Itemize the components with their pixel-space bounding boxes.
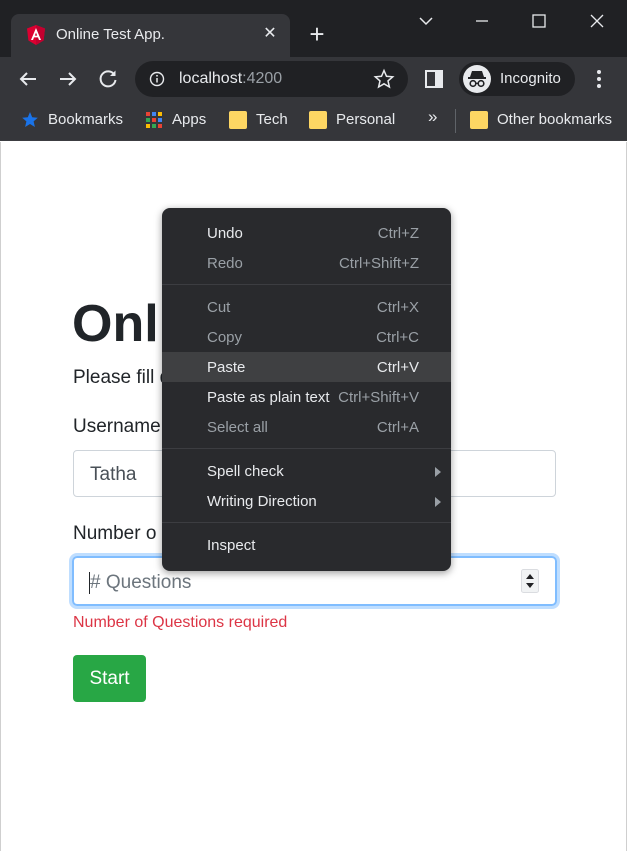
bookmark-label: Bookmarks: [48, 111, 124, 128]
menu-item-label: Undo: [207, 225, 243, 242]
incognito-profile-button[interactable]: Incognito: [459, 62, 575, 96]
menu-item-shortcut: Ctrl+C: [376, 329, 419, 346]
menu-item-label: Cut: [207, 299, 231, 316]
menu-item-label: Copy: [207, 329, 243, 346]
bookmark-label: Personal: [336, 111, 396, 128]
side-panel-icon[interactable]: [424, 69, 444, 89]
menu-item-label: Paste: [207, 359, 246, 376]
reload-icon[interactable]: [94, 65, 122, 93]
url-port: :4200: [242, 70, 283, 87]
submenu-arrow-icon: [435, 467, 441, 477]
tab-title: Online Test App.: [56, 26, 165, 43]
menu-item-spell-check[interactable]: Spell check: [162, 456, 451, 486]
menu-item-undo[interactable]: Undo Ctrl+Z: [162, 218, 451, 248]
url-text[interactable]: localhost:4200: [179, 70, 282, 88]
menu-item-writing-direction[interactable]: Writing Direction: [162, 486, 451, 516]
username-value: Tatha: [90, 464, 137, 485]
menu-item-label: Inspect: [207, 537, 256, 554]
menu-item-label: Spell check: [207, 463, 284, 480]
active-tab[interactable]: Online Test App. ✕: [11, 14, 290, 57]
menu-item-shortcut: Ctrl+A: [376, 419, 419, 436]
text-caret: [89, 572, 90, 594]
menu-item-inspect[interactable]: Inspect: [162, 530, 451, 560]
address-bar[interactable]: localhost:4200: [135, 61, 408, 97]
menu-item-redo[interactable]: Redo Ctrl+Shift+Z: [162, 248, 451, 278]
menu-item-copy[interactable]: Copy Ctrl+C: [162, 322, 451, 352]
menu-item-label: Writing Direction: [207, 493, 317, 510]
bookmark-label: Apps: [172, 111, 207, 128]
menu-item-shortcut: Ctrl+Shift+V: [338, 389, 419, 406]
incognito-label: Incognito: [500, 70, 561, 87]
back-arrow-icon[interactable]: [14, 65, 42, 93]
site-info-icon[interactable]: [149, 71, 165, 87]
menu-item-label: Select all: [207, 419, 268, 436]
bookmarks-separator: [455, 109, 456, 133]
bookmarks-bar: Bookmarks Apps Tech Personal » Other boo…: [0, 101, 627, 141]
bookmark-label: Other bookmarks: [497, 111, 613, 128]
more-bookmarks-chevron-icon[interactable]: »: [428, 107, 437, 127]
page-title: Onli: [72, 295, 174, 353]
start-button[interactable]: Start: [73, 655, 146, 702]
incognito-icon: [463, 65, 491, 93]
maximize-icon[interactable]: [524, 6, 554, 36]
bookmark-star-icon[interactable]: [373, 68, 395, 90]
angular-logo-icon: [27, 25, 45, 45]
menu-item-label: Paste as plain text: [207, 389, 330, 406]
submenu-arrow-icon: [435, 497, 441, 507]
forward-arrow-icon[interactable]: [54, 65, 82, 93]
folder-icon: [309, 111, 327, 129]
tab-close-icon[interactable]: ✕: [260, 24, 280, 44]
apps-grid-icon: [146, 112, 162, 128]
menu-item-paste-plain[interactable]: Paste as plain text Ctrl+Shift+V: [162, 382, 451, 412]
menu-item-label: Redo: [207, 255, 243, 272]
menu-item-paste[interactable]: Paste Ctrl+V: [162, 352, 451, 382]
username-label: Username: [73, 416, 161, 437]
menu-separator: [162, 522, 451, 523]
context-menu: Undo Ctrl+Z Redo Ctrl+Shift+Z Cut Ctrl+X…: [162, 208, 451, 571]
menu-item-select-all[interactable]: Select all Ctrl+A: [162, 412, 451, 442]
window-close-icon[interactable]: [582, 6, 612, 36]
menu-item-shortcut: Ctrl+Shift+Z: [338, 255, 419, 272]
browser-titlebar: Online Test App. ✕ +: [0, 0, 627, 57]
page-instructions: Please fill d: [73, 367, 171, 388]
number-spinner-icon[interactable]: [521, 569, 539, 593]
folder-icon: [229, 111, 247, 129]
minimize-icon[interactable]: [467, 6, 497, 36]
menu-item-shortcut: Ctrl+V: [376, 359, 419, 376]
menu-item-cut[interactable]: Cut Ctrl+X: [162, 292, 451, 322]
star-icon: [22, 112, 38, 127]
folder-icon: [470, 111, 488, 129]
questions-error-message: Number of Questions required: [73, 614, 288, 631]
new-tab-button[interactable]: +: [304, 21, 330, 48]
more-menu-icon[interactable]: [589, 67, 609, 91]
menu-separator: [162, 284, 451, 285]
tab-search-chevron-icon[interactable]: [411, 6, 441, 36]
bookmark-label: Tech: [256, 111, 288, 128]
menu-item-shortcut: Ctrl+X: [376, 299, 419, 316]
menu-separator: [162, 448, 451, 449]
questions-placeholder: # Questions: [90, 572, 192, 593]
questions-label: Number o: [73, 523, 157, 544]
browser-toolbar: localhost:4200 Incognito: [0, 57, 627, 101]
url-host: localhost: [179, 70, 243, 87]
menu-item-shortcut: Ctrl+Z: [377, 225, 419, 242]
